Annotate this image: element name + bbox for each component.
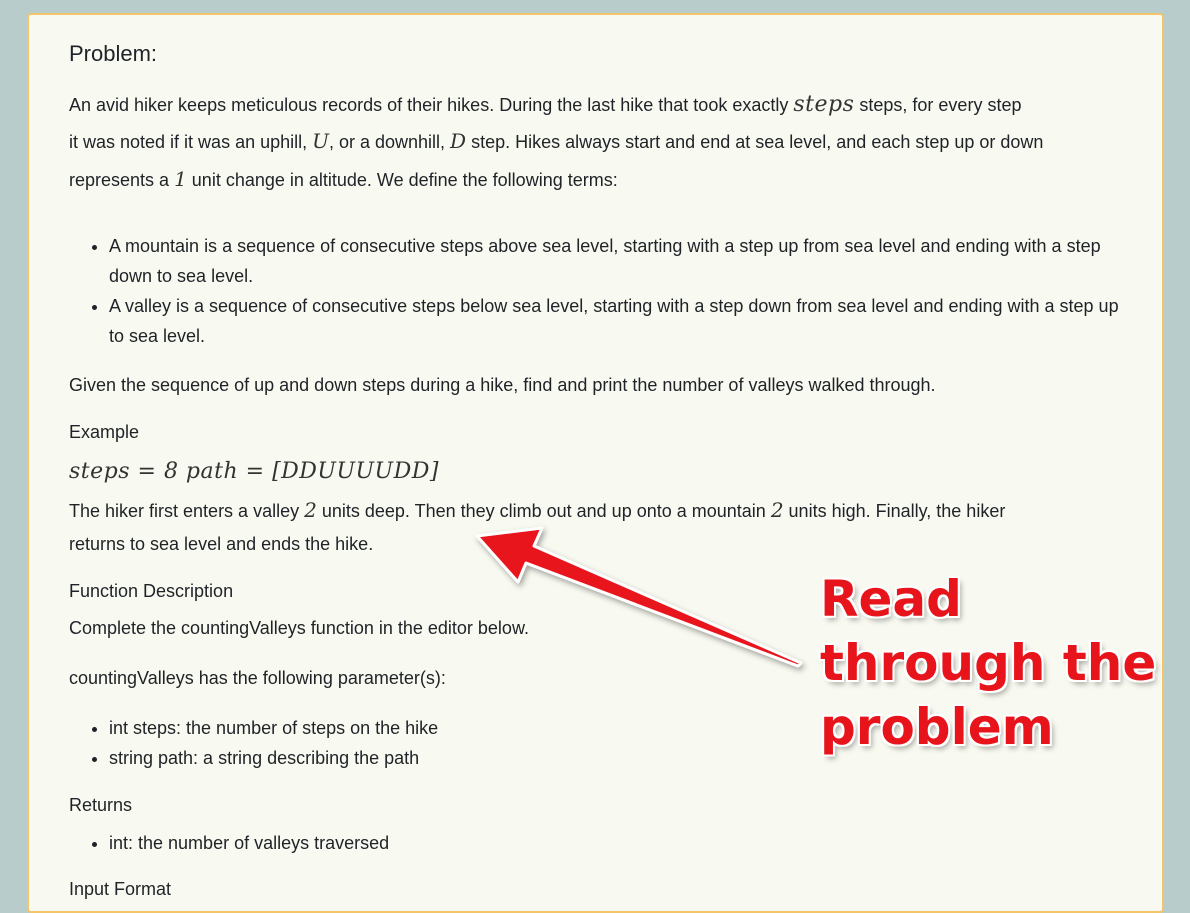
annotation-text: Read through the problem <box>820 570 1157 756</box>
red-arrow-icon <box>475 526 803 668</box>
